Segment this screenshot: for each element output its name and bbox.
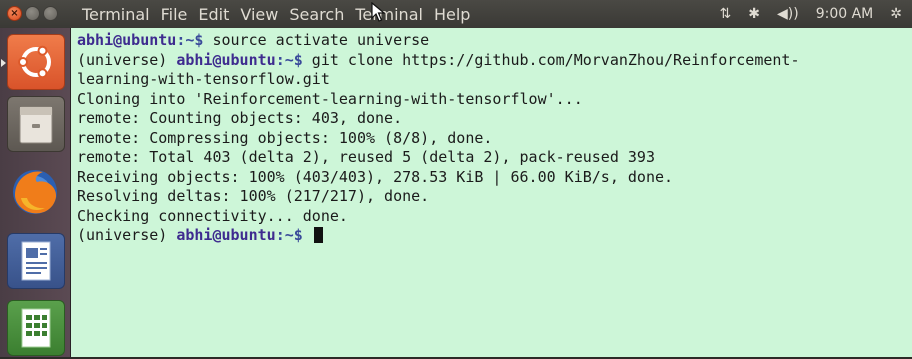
command-text: source activate universe	[203, 31, 430, 49]
output-text: Checking connectivity... done.	[77, 206, 348, 225]
top-panel: × Terminal File Edit View Search Termina…	[0, 0, 912, 28]
minimize-window-button[interactable]	[25, 6, 40, 21]
launcher-item-calc[interactable]	[7, 300, 65, 356]
command-text	[303, 226, 312, 244]
terminal-output-line: remote: Total 403 (delta 2), reused 5 (d…	[77, 148, 655, 166]
menu-file[interactable]: File	[161, 5, 188, 24]
menu-help[interactable]: Help	[434, 5, 470, 24]
indicator-area: ⇅ ✱ ◀)) 9:00 AM ✲	[703, 0, 902, 28]
document-icon	[21, 241, 51, 281]
menu-terminal[interactable]: Terminal	[355, 5, 423, 24]
command-text: git clone https://github.com/MorvanZhou/…	[302, 50, 800, 69]
menu-bar: Terminal File Edit View Search Terminal …	[82, 0, 481, 28]
prompt-env: (universe)	[77, 50, 177, 69]
launcher-item-dash[interactable]	[7, 34, 65, 90]
output-text: Resolving deltas: 100% (217/217), done.	[77, 187, 430, 205]
launcher-item-files[interactable]	[7, 96, 65, 152]
terminal-prompt-line: abhi@ubuntu:~$ source activate universe	[77, 31, 429, 49]
settings-gear-icon[interactable]: ✲	[890, 6, 902, 22]
menu-search[interactable]: Search	[289, 5, 344, 24]
prompt-path: :~$	[275, 226, 303, 244]
network-icon[interactable]: ⇅	[720, 6, 732, 22]
clock[interactable]: 9:00 AM	[816, 6, 874, 22]
terminal-prompt-line: (universe) abhi@ubuntu:~$	[77, 226, 323, 244]
text-cursor	[313, 227, 323, 243]
file-cabinet-icon	[19, 106, 53, 144]
firefox-icon	[13, 170, 57, 214]
menu-terminal-app[interactable]: Terminal	[82, 5, 150, 24]
output-text: Cloning into 'Reinforcement-learning-wit…	[77, 89, 583, 108]
output-text: remote: Counting objects: 403, done.	[77, 109, 403, 127]
prompt-user: abhi@ubuntu	[176, 50, 276, 69]
terminal-output-line: Resolving deltas: 100% (217/217), done.	[77, 187, 429, 205]
output-text: learning-with-tensorflow.git	[77, 70, 330, 88]
prompt-path: :~$	[275, 50, 303, 69]
terminal-output-line: remote: Compressing objects: 100% (8/8),…	[77, 129, 492, 147]
terminal-window[interactable]: abhi@ubuntu:~$ source activate universe …	[71, 28, 912, 357]
menu-edit[interactable]: Edit	[198, 5, 229, 24]
terminal-output-line: learning-with-tensorflow.git	[77, 70, 330, 88]
bluetooth-icon[interactable]: ✱	[748, 6, 760, 22]
terminal-output-line: Cloning into 'Reinforcement-learning-wit…	[77, 90, 583, 108]
terminal-output-line: Receiving objects: 100% (403/403), 278.5…	[77, 168, 673, 186]
close-window-button[interactable]: ×	[7, 6, 22, 21]
ubuntu-logo-icon	[18, 45, 51, 79]
launcher	[0, 28, 71, 357]
output-text: remote: Total 403 (delta 2), reused 5 (d…	[77, 148, 655, 166]
running-indicator	[1, 59, 6, 67]
mouse-pointer-icon	[371, 2, 386, 22]
volume-icon[interactable]: ◀))	[777, 6, 799, 22]
close-icon: ×	[10, 8, 19, 19]
terminal-output-line: remote: Counting objects: 403, done.	[77, 109, 402, 127]
prompt-user: abhi@ubuntu	[176, 226, 276, 244]
menu-view[interactable]: View	[240, 5, 278, 24]
terminal-output[interactable]: abhi@ubuntu:~$ source activate universe …	[77, 31, 799, 246]
terminal-output-line: Checking connectivity... done.	[77, 207, 348, 225]
terminal-prompt-line: (universe) abhi@ubuntu:~$ git clone http…	[77, 51, 799, 69]
launcher-item-writer[interactable]	[7, 233, 65, 289]
output-text: Receiving objects: 100% (403/403), 278.5…	[77, 167, 674, 186]
output-text: remote: Compressing objects: 100% (8/8),…	[77, 128, 493, 147]
launcher-item-firefox[interactable]	[7, 165, 63, 219]
prompt-env: (universe)	[77, 226, 177, 244]
prompt-user: abhi@ubuntu	[77, 31, 177, 49]
spreadsheet-icon	[21, 308, 51, 348]
maximize-window-button[interactable]	[43, 6, 58, 21]
prompt-path: :~$	[176, 31, 204, 49]
